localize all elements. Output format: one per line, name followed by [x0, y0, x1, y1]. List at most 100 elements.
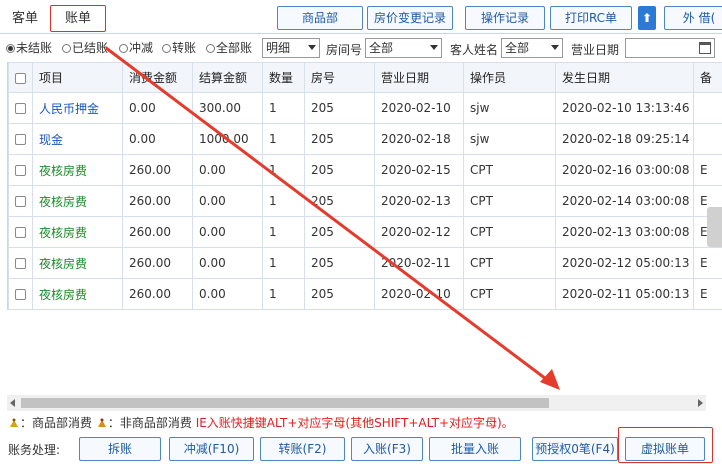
scroll-right-icon[interactable]	[698, 399, 703, 407]
row-checkbox[interactable]	[8, 185, 33, 217]
cell-operator: CPT	[463, 185, 556, 217]
row-checkbox[interactable]	[8, 278, 33, 310]
horizontal-scrollbar[interactable]	[7, 395, 706, 411]
checkbox-icon	[15, 165, 26, 176]
table-row[interactable]: 夜核房费 260.00 0.00 1 205 2020-02-13 CPT 2020-02-1…	[8, 185, 722, 217]
cell-item: 夜核房费	[32, 154, 123, 186]
col-header-qty: 数量	[262, 62, 305, 93]
chevron-down-icon	[308, 45, 316, 50]
cell-qty: 1	[262, 123, 305, 155]
room-rate-change-log-button[interactable]: 房价变更记录	[367, 6, 453, 30]
row-checkbox[interactable]	[8, 216, 33, 248]
split-bill-button[interactable]: 拆账	[79, 437, 161, 461]
pre-auth-button[interactable]: 预授权0笔(F4)	[532, 437, 618, 461]
accounting-label: 账务处理:	[8, 443, 61, 457]
cell-item: 夜核房费	[32, 278, 123, 310]
tab-guest-order[interactable]: 客单	[8, 8, 42, 30]
radio-settled[interactable]: 已结账	[62, 40, 108, 56]
transfer-button[interactable]: 转账(F2)	[260, 437, 345, 461]
scroll-left-icon[interactable]	[10, 399, 15, 407]
cell-operator: CPT	[463, 247, 556, 279]
cell-item: 现金	[32, 123, 123, 155]
cell-consume: 260.00	[122, 278, 193, 310]
checkbox-icon	[15, 134, 26, 145]
row-checkbox[interactable]	[8, 247, 33, 279]
radio-dot-icon	[62, 44, 71, 53]
radio-all[interactable]: 全部账	[206, 40, 252, 56]
cell-occur-date: 2020-02-12 05:00:13	[555, 247, 694, 279]
print-rc-button[interactable]: 打印RC单	[550, 6, 632, 30]
non-goods-dept-icon	[97, 418, 106, 427]
table-row[interactable]: 夜核房费 260.00 0.00 1 205 2020-02-12 CPT 2020-02-1…	[8, 216, 722, 248]
cell-consume: 0.00	[122, 123, 193, 155]
arrow-up-icon[interactable]: ⬆	[638, 6, 656, 30]
radio-offset[interactable]: 冲减	[119, 40, 153, 56]
business-date-input[interactable]	[625, 38, 715, 58]
goods-dept-icon	[10, 418, 18, 427]
cell-settle: 0.00	[192, 247, 263, 279]
col-header-item: 项目	[32, 62, 123, 93]
cell-item: 夜核房费	[32, 185, 123, 217]
radio-unsettled[interactable]: 未结账	[6, 40, 52, 56]
table-row[interactable]: 夜核房费 260.00 0.00 1 205 2020-02-15 CPT 2020-02-1…	[8, 154, 722, 186]
select-all-checkbox[interactable]	[8, 62, 33, 93]
cell-room: 205	[304, 123, 375, 155]
scrollbar-thumb[interactable]	[21, 398, 549, 408]
row-checkbox[interactable]	[8, 92, 33, 124]
legend: ：商品部消费 ：非商品部消费 IE入账快捷键ALT+对应字母(其他SHIFT+A…	[8, 414, 514, 430]
checkbox-icon	[15, 227, 26, 238]
cell-consume: 260.00	[122, 185, 193, 217]
cell-settle: 1000.00	[192, 123, 263, 155]
borrow-button[interactable]: 外 借(	[664, 6, 722, 30]
cell-item: 人民币押金	[32, 92, 123, 124]
detail-select[interactable]: 明细	[262, 38, 320, 58]
cell-operator: sjw	[463, 92, 556, 124]
cell-qty: 1	[262, 216, 305, 248]
checkbox-icon	[15, 72, 26, 84]
col-header-settle: 结算金额	[192, 62, 263, 93]
cell-settle: 0.00	[192, 278, 263, 310]
cell-consume: 260.00	[122, 216, 193, 248]
cell-settle: 0.00	[192, 154, 263, 186]
cell-consume: 260.00	[122, 247, 193, 279]
post-entry-button[interactable]: 入账(F3)	[351, 437, 423, 461]
cell-occur-date: 2020-02-13 03:00:08	[555, 216, 694, 248]
table-row[interactable]: 现金 0.00 1000.00 1 205 2020-02-18 sjw 2020-02-18…	[8, 123, 722, 155]
row-checkbox[interactable]	[8, 123, 33, 155]
goods-dept-button[interactable]: 商品部	[277, 6, 363, 30]
cell-note: E	[693, 154, 722, 186]
col-header-occur-date: 发生日期	[555, 62, 694, 93]
table-row[interactable]: 夜核房费 260.00 0.00 1 205 2020-02-11 CPT 2020-02-1…	[8, 247, 722, 279]
guest-name-label: 客人姓名	[450, 43, 499, 57]
cell-note: E	[693, 278, 722, 310]
guest-name-select[interactable]: 全部	[501, 38, 563, 58]
filter-bar: 未结账 已结账 冲减 转账 全部账 明细 房间号 全部 客人姓名 全部 营业日期	[0, 37, 722, 59]
operation-log-button[interactable]: 操作记录	[465, 6, 545, 30]
bill-table: 项目 消费金额 结算金额 数量 房号 营业日期 操作员 发生日期 备 人民币押金…	[7, 62, 722, 310]
table-row[interactable]: 夜核房费 260.00 0.00 1 205 2020-02-10 CPT 2020-02-1…	[8, 278, 722, 310]
radio-transfer[interactable]: 转账	[162, 40, 196, 56]
table-row[interactable]: 人民币押金 0.00 300.00 1 205 2020-02-10 sjw 2020-02-…	[8, 92, 722, 124]
room-label: 房间号	[326, 43, 363, 57]
room-select[interactable]: 全部	[365, 38, 442, 58]
cell-operator: CPT	[463, 216, 556, 248]
tab-bill[interactable]: 账单	[50, 5, 106, 32]
radio-dot-icon	[6, 44, 15, 53]
cell-operator: CPT	[463, 278, 556, 310]
cell-bizdate: 2020-02-11	[374, 247, 464, 279]
batch-post-button[interactable]: 批量入账	[429, 437, 521, 461]
cell-bizdate: 2020-02-15	[374, 154, 464, 186]
offset-button[interactable]: 冲减(F10)	[169, 437, 254, 461]
business-date-label: 营业日期	[571, 43, 620, 57]
cell-qty: 1	[262, 278, 305, 310]
cell-item: 夜核房费	[32, 247, 123, 279]
cell-room: 205	[304, 278, 375, 310]
cell-qty: 1	[262, 247, 305, 279]
radio-dot-icon	[119, 44, 128, 53]
side-collapse-handle[interactable]	[707, 207, 722, 247]
table-header-row: 项目 消费金额 结算金额 数量 房号 营业日期 操作员 发生日期 备	[8, 62, 722, 93]
calendar-icon[interactable]	[699, 42, 711, 54]
checkbox-icon	[15, 289, 26, 300]
cell-room: 205	[304, 92, 375, 124]
row-checkbox[interactable]	[8, 154, 33, 186]
